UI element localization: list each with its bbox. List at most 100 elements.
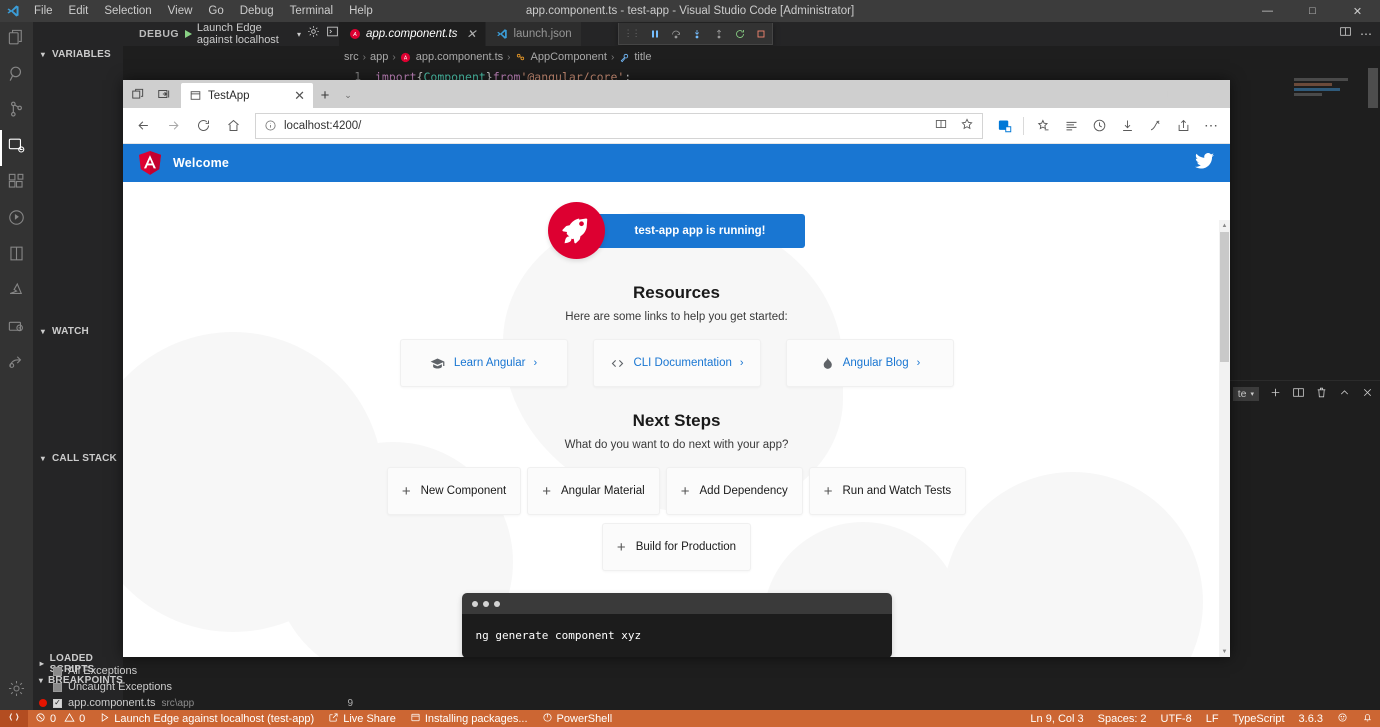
activity-debug[interactable] — [0, 130, 33, 166]
card-angular-blog[interactable]: Angular Blog › — [785, 339, 954, 387]
more-actions-icon[interactable]: ⋯ — [1360, 27, 1372, 41]
breadcrumb-file[interactable]: app.component.ts — [416, 51, 503, 63]
minimize-button[interactable]: — — [1098, 80, 1142, 108]
status-cursor-position[interactable]: Ln 9, Col 3 — [1023, 710, 1090, 727]
status-live-share[interactable]: Live Share — [321, 710, 403, 727]
restart-icon[interactable] — [734, 28, 746, 40]
button-add-dependency[interactable]: + Add Dependency — [665, 467, 803, 515]
activity-azure[interactable] — [0, 274, 33, 310]
launch-config-dropdown[interactable]: Launch Edge against localhost ▾ — [184, 22, 301, 46]
refresh-button[interactable] — [189, 112, 217, 140]
step-out-icon[interactable] — [713, 28, 725, 40]
close-button[interactable]: ✕ — [1186, 80, 1230, 108]
drag-handle[interactable]: ⋮⋮ — [624, 28, 641, 39]
status-powershell[interactable]: PowerShell — [535, 710, 620, 727]
browser-tab[interactable]: TestApp ✕ — [181, 83, 313, 108]
favorites-hub-icon[interactable] — [1030, 112, 1056, 140]
checkbox[interactable] — [53, 682, 62, 692]
button-build-for-production[interactable]: + Build for Production — [601, 523, 752, 571]
status-problems[interactable]: 0 0 — [28, 710, 92, 727]
status-encoding[interactable]: UTF-8 — [1154, 710, 1199, 727]
button-angular-material[interactable]: + Angular Material — [527, 467, 660, 515]
status-debug-launch[interactable]: Launch Edge against localhost (test-app) — [92, 710, 321, 727]
home-button[interactable] — [219, 112, 247, 140]
chevron-up-icon[interactable] — [1338, 386, 1351, 402]
sidebar-section-variables[interactable]: ▾ VARIABLES — [33, 46, 123, 63]
step-over-icon[interactable] — [670, 28, 682, 40]
split-terminal-icon[interactable] — [1292, 386, 1305, 402]
activity-bar[interactable] — [0, 22, 33, 710]
menu-terminal[interactable]: Terminal — [282, 0, 341, 22]
debug-floating-toolbar[interactable]: ⋮⋮ — [618, 23, 773, 45]
terminal-selector[interactable]: te ▾ — [1232, 387, 1259, 401]
breakpoint-row[interactable]: Uncaught Exceptions — [33, 679, 363, 695]
breadcrumb[interactable]: src › app › A app.component.ts › AppComp… — [339, 46, 1380, 68]
status-notifications[interactable] — [1355, 710, 1380, 727]
card-cli-documentation[interactable]: CLI Documentation › — [592, 339, 761, 387]
terminal-snippet[interactable]: ng generate component xyz — [461, 593, 892, 657]
menu-view[interactable]: View — [160, 0, 201, 22]
new-terminal-icon[interactable] — [1269, 386, 1282, 402]
address-bar[interactable]: localhost:4200/ — [255, 112, 983, 139]
editor-tab-bar[interactable]: A app.component.ts ✕ launch.json ⋯ — [339, 22, 1380, 46]
breadcrumb-app[interactable]: app — [370, 51, 388, 63]
breadcrumb-member[interactable]: title — [634, 51, 651, 63]
stop-icon[interactable] — [755, 28, 767, 40]
activity-layout[interactable] — [0, 238, 33, 274]
menu-selection[interactable]: Selection — [96, 0, 159, 22]
editor-minimap[interactable] — [1294, 68, 1366, 188]
kill-terminal-icon[interactable] — [1315, 386, 1328, 402]
activity-manage[interactable] — [0, 672, 33, 710]
split-editor-icon[interactable] — [1339, 25, 1352, 43]
reading-list-icon[interactable] — [1058, 112, 1084, 140]
menu-debug[interactable]: Debug — [232, 0, 282, 22]
breakpoint-row[interactable]: ✓ app.component.ts src\app 9 — [33, 695, 363, 711]
activity-explorer[interactable] — [0, 22, 33, 58]
activity-search[interactable] — [0, 58, 33, 94]
menu-file[interactable]: File — [26, 0, 61, 22]
breakpoint-row[interactable]: All Exceptions — [33, 663, 363, 679]
reading-view-icon[interactable] — [934, 117, 948, 134]
terminal-panel-toolbar[interactable]: te ▾ — [1232, 386, 1374, 402]
close-icon[interactable] — [1361, 386, 1374, 402]
sidebar-section-call-stack[interactable]: ▾ CALL STACK — [33, 450, 123, 467]
history-icon[interactable] — [1086, 112, 1112, 140]
forward-button[interactable] — [159, 112, 187, 140]
chevron-down-icon[interactable]: ▾ — [297, 30, 301, 39]
menu-help[interactable]: Help — [341, 0, 381, 22]
new-tab-button[interactable]: + — [313, 83, 337, 108]
sidebar-section-watch[interactable]: ▾ WATCH — [33, 323, 123, 340]
activity-docker[interactable] — [0, 310, 33, 346]
activity-source-control[interactable] — [0, 94, 33, 130]
tab-launch-json[interactable]: launch.json — [486, 22, 582, 46]
status-language-mode[interactable]: TypeScript — [1226, 710, 1292, 727]
checkbox[interactable]: ✓ — [53, 698, 62, 708]
status-feedback[interactable] — [1330, 710, 1355, 727]
checkbox[interactable] — [53, 666, 62, 676]
status-remote-indicator[interactable] — [0, 710, 28, 727]
web-notes-icon[interactable] — [1142, 112, 1168, 140]
share-icon[interactable] — [1170, 112, 1196, 140]
breadcrumb-src[interactable]: src — [344, 51, 359, 63]
window-controls[interactable]: — □ ✕ — [1245, 0, 1380, 22]
status-installing-packages[interactable]: Installing packages... — [403, 710, 535, 727]
breadcrumb-class[interactable]: AppComponent — [531, 51, 607, 63]
close-button[interactable]: ✕ — [1335, 0, 1380, 22]
set-aside-icon[interactable] — [151, 80, 177, 108]
activity-live-share[interactable] — [0, 346, 33, 382]
button-new-component[interactable]: + New Component — [386, 467, 522, 515]
menu-go[interactable]: Go — [200, 0, 231, 22]
notes-icon[interactable] — [991, 112, 1017, 140]
debug-console-button[interactable] — [326, 25, 339, 43]
maximize-button[interactable]: □ — [1290, 0, 1335, 22]
tab-preview-icon[interactable] — [125, 80, 151, 108]
close-icon[interactable]: ✕ — [466, 28, 476, 40]
status-indentation[interactable]: Spaces: 2 — [1091, 710, 1154, 727]
favorite-star-icon[interactable] — [960, 117, 974, 134]
address-input[interactable]: localhost:4200/ — [284, 120, 361, 132]
activity-run-test[interactable] — [0, 202, 33, 238]
downloads-icon[interactable] — [1114, 112, 1140, 140]
maximize-button[interactable]: □ — [1142, 80, 1186, 108]
status-eol[interactable]: LF — [1199, 710, 1226, 727]
minimize-button[interactable]: — — [1245, 0, 1290, 22]
